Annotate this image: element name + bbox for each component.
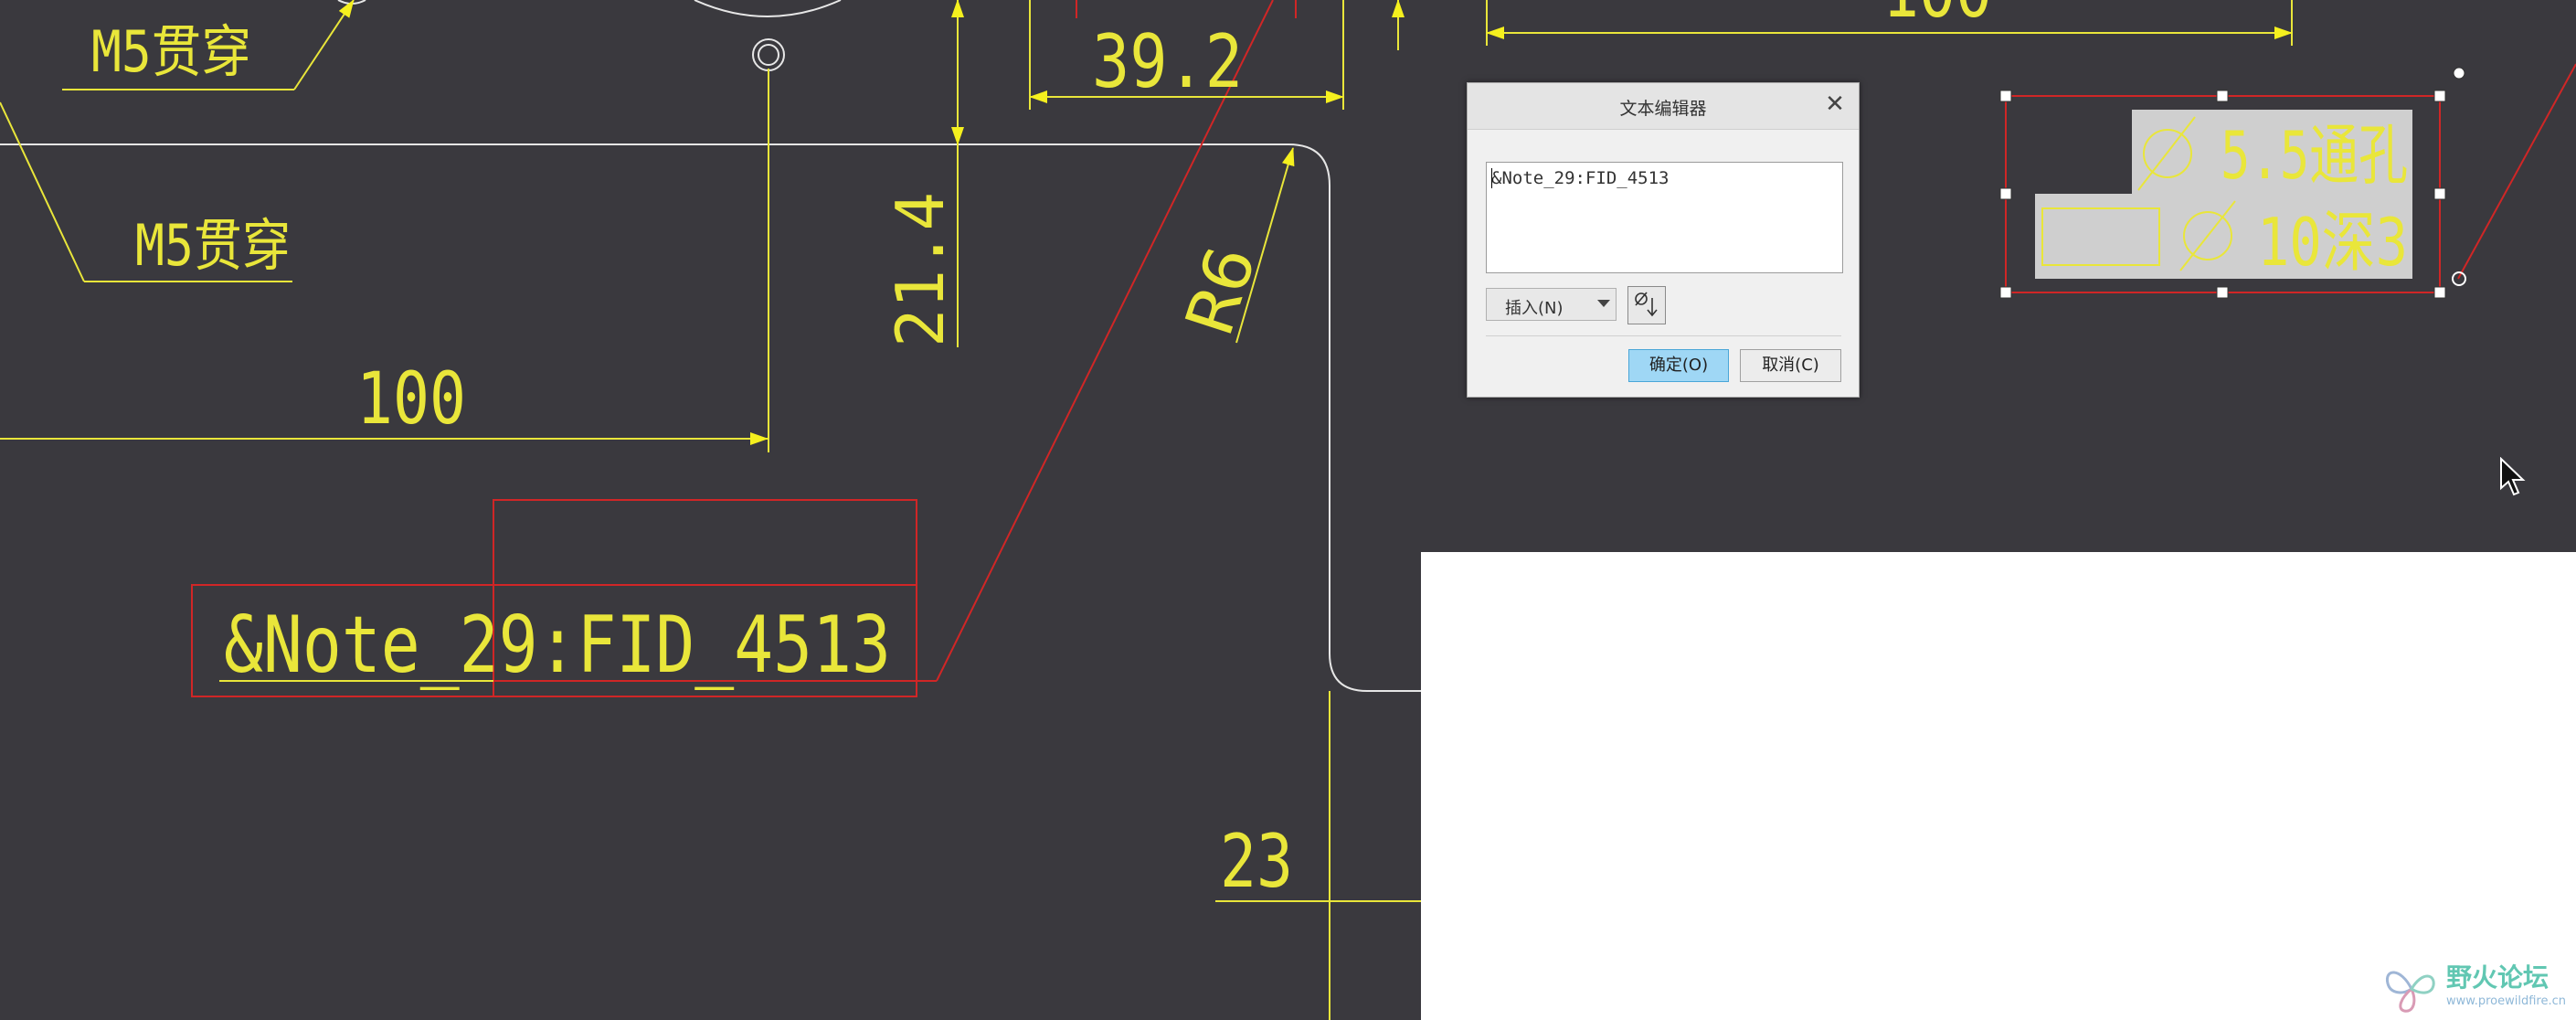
diameter-symbol-icon — [1635, 292, 1658, 317]
insert-dropdown-label: 插入(N) — [1505, 299, 1564, 318]
m5-callout-mid[interactable]: M5贯穿 — [135, 212, 291, 279]
cbore-diameter-text: 10深3 — [2257, 204, 2408, 281]
symbol-palette-button[interactable] — [1627, 286, 1666, 324]
dialog-title: 文本编辑器 — [1619, 99, 1707, 119]
ok-button[interactable]: 确定(O) — [1628, 349, 1729, 382]
m5-callout-top[interactable]: M5贯穿 — [91, 18, 251, 85]
dimension-r6[interactable]: R6 — [1171, 237, 1270, 343]
hole-diameter-text: 5.5通孔 — [2221, 117, 2408, 194]
mouse-pointer-icon — [2500, 457, 2526, 496]
note-text-value: &Note_29:FID_4513 — [1491, 168, 1670, 188]
insert-dropdown[interactable]: 插入(N) — [1486, 288, 1617, 321]
hole-callout[interactable]: 5.5通孔 10深3 — [2035, 110, 2412, 281]
dimension-23[interactable]: 23 — [1220, 819, 1293, 904]
dialog-separator — [1486, 335, 1841, 336]
dimension-100-left[interactable]: 100 — [356, 358, 466, 441]
watermark-url: www.proewildfire.cn — [2446, 994, 2566, 1008]
note-text-input[interactable]: &Note_29:FID_4513 — [1486, 162, 1843, 273]
close-icon[interactable]: ✕ — [1822, 90, 1848, 118]
chevron-down-icon — [1597, 300, 1610, 307]
watermark: 野火论坛 www.proewildfire.cn — [2380, 956, 2572, 1018]
dimension-100-top[interactable]: 100 — [1882, 0, 1992, 34]
dialog-titlebar[interactable]: 文本编辑器 ✕ — [1468, 83, 1859, 130]
text-caret — [1491, 168, 1492, 188]
note-placeholder-text[interactable]: &Note_29:FID_4513 — [224, 600, 891, 691]
blank-panel — [1421, 552, 2576, 1020]
dimension-39-2[interactable]: 39.2 — [1092, 19, 1243, 104]
dimension-21-4[interactable]: 21.4 — [882, 192, 959, 347]
text-editor-dialog: 文本编辑器 ✕ &Note_29:FID_4513 插入(N) 确定(O) 取消… — [1467, 82, 1860, 398]
watermark-name: 野火论坛 — [2446, 962, 2549, 993]
butterfly-logo-icon — [2385, 971, 2435, 1013]
cancel-button[interactable]: 取消(C) — [1740, 349, 1841, 382]
